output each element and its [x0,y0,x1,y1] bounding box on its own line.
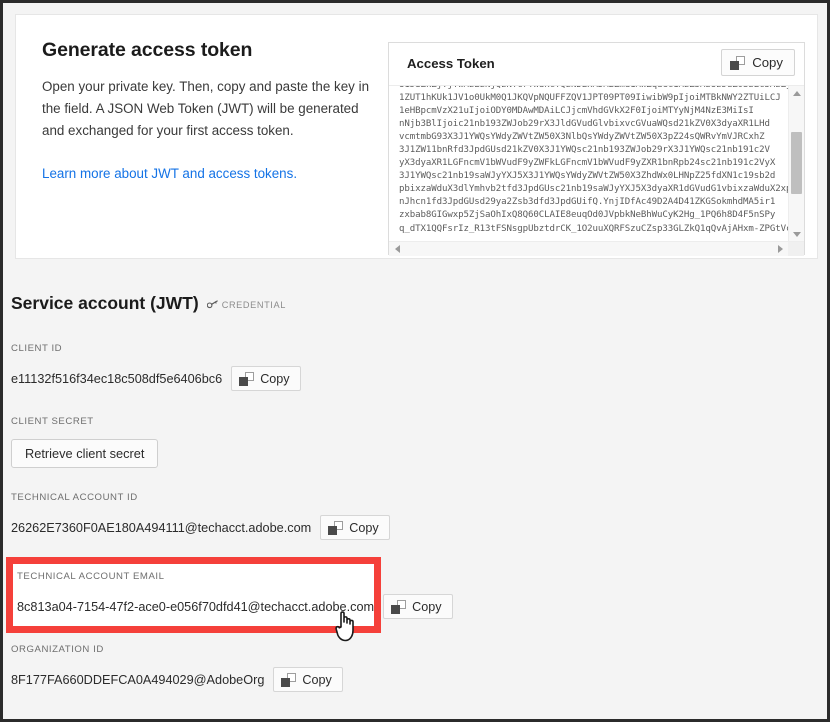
scroll-down-arrow-icon[interactable] [789,227,804,241]
field-technical-account-email-value: 8c813a04-7154-47f2-ace0-e056f70dfd41@tec… [17,599,375,614]
service-account-section: Service account (JWT) CREDENTIAL CLIENT … [3,261,827,719]
field-client-id-value: e11132f516f34ec18c508df5e6406bc6 [11,371,223,386]
copy-technical-account-id-label: Copy [349,520,379,535]
access-token-value: U1JiZkZjYjYwMzEzNjQzNTcrYWdkcTQzNDExMDM2… [399,86,804,234]
copy-icon [730,55,746,70]
copy-icon [328,520,344,535]
copy-icon [281,672,297,687]
credential-badge: CREDENTIAL [206,299,286,310]
access-token-vertical-scrollbar[interactable] [788,86,804,241]
field-technical-account-email-label: TECHNICAL ACCOUNT EMAIL [17,571,165,582]
learn-more-jwt-link[interactable]: Learn more about JWT and access tokens. [42,166,297,181]
field-organization-id: ORGANIZATION ID 8F177FA660DDEFCA0A494029… [11,644,343,692]
scroll-right-arrow-icon[interactable] [773,242,787,256]
field-client-id: CLIENT ID e11132f516f34ec18c508df5e6406b… [11,343,301,391]
field-technical-account-id-value: 26262E7360F0AE180A494111@techacct.adobe.… [11,520,312,535]
field-client-secret: CLIENT SECRET Retrieve client secret [11,416,159,468]
generate-token-description: Open your private key. Then, copy and pa… [42,79,370,138]
copy-icon [391,599,407,614]
copy-organization-id-button[interactable]: Copy [273,667,343,692]
access-token-panel-header: Access Token Copy [389,43,804,86]
field-technical-account-email: TECHNICAL ACCOUNT EMAIL 8c813a04-7154-47… [17,571,453,619]
copy-access-token-button[interactable]: Copy [721,49,795,76]
credential-badge-label: CREDENTIAL [221,299,286,310]
page-title: Generate access token [42,39,253,61]
scroll-left-arrow-icon[interactable] [390,242,404,256]
scroll-up-arrow-icon[interactable] [789,86,804,100]
field-technical-account-id: TECHNICAL ACCOUNT ID 26262E7360F0AE180A4… [11,492,390,540]
generate-token-text-column: Generate access token Open your private … [42,39,372,184]
copy-client-id-button[interactable]: Copy [231,366,301,391]
copy-icon [239,371,255,386]
generate-access-token-card: Generate access token Open your private … [15,14,818,259]
access-token-title: Access Token [407,56,495,71]
access-token-textarea[interactable]: U1JiZkZjYjYwMzEzNjQzNTcrYWdkcTQzNDExMDM2… [389,86,804,256]
copy-technical-account-email-label: Copy [412,599,442,614]
copy-client-id-label: Copy [260,371,290,386]
access-token-panel: Access Token Copy U1JiZkZjYjYwMzEzNjQzNT… [388,42,805,256]
field-technical-account-id-label: TECHNICAL ACCOUNT ID [11,492,138,503]
service-account-heading: Service account (JWT) CREDENTIAL [11,293,286,314]
field-client-secret-label: CLIENT SECRET [11,416,94,427]
scrollbar-corner [788,242,804,256]
copy-organization-id-label: Copy [302,672,332,687]
key-icon [206,300,218,309]
access-token-horizontal-scrollbar[interactable] [389,241,804,256]
retrieve-client-secret-button[interactable]: Retrieve client secret [11,439,159,468]
field-organization-id-value: 8F177FA660DDEFCA0A494029@AdobeOrg [11,672,265,687]
copy-access-token-label: Copy [752,55,783,70]
field-organization-id-label: ORGANIZATION ID [11,644,104,655]
copy-technical-account-id-button[interactable]: Copy [320,515,390,540]
service-account-title: Service account (JWT) [11,293,199,313]
field-client-id-label: CLIENT ID [11,343,63,354]
screenshot-root: Generate access token Open your private … [0,0,830,722]
copy-technical-account-email-button[interactable]: Copy [383,594,453,619]
vertical-scrollbar-thumb[interactable] [791,132,802,194]
